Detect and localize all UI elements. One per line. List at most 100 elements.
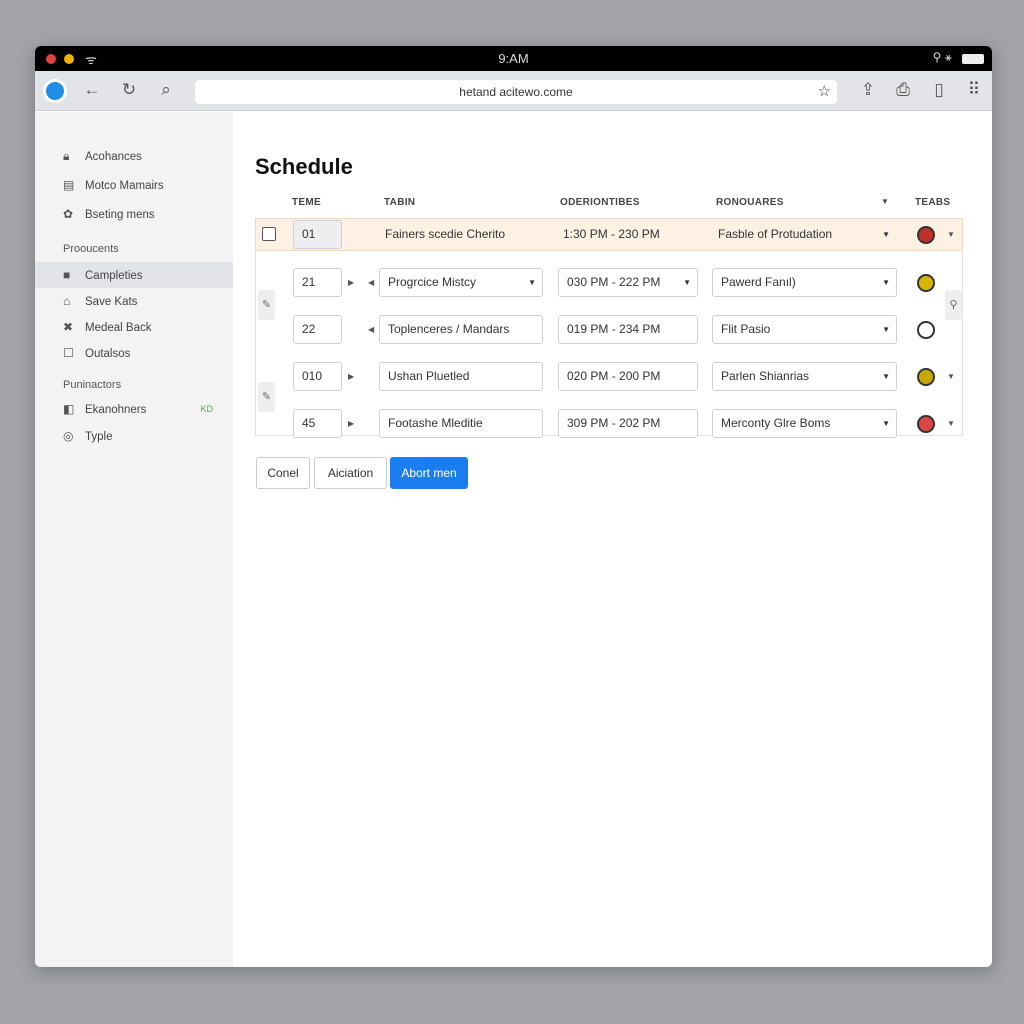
time-text: 030 PM - 222 PM [567, 275, 661, 289]
section-heading: Puninactors [63, 379, 122, 391]
task-field[interactable]: Progrcice Mistcy ▼ [379, 268, 543, 297]
caret-icon: ▼ [882, 372, 890, 381]
task-field[interactable]: Toplenceres / Mandars [379, 315, 543, 344]
team-badge-icon [917, 368, 935, 386]
sidebar-item-acohances[interactable]: 🔒︎ Acohances [63, 146, 142, 166]
panel-icon: ◧ [63, 402, 75, 416]
upload-icon[interactable]: ⎙ [892, 80, 914, 100]
time-field[interactable]: 309 PM - 202 PM [558, 409, 698, 438]
drag-handle-right[interactable]: ⚲ [945, 290, 962, 320]
team-text: Parlen Shianrias [721, 369, 810, 383]
share-icon[interactable]: ⇪ [857, 80, 879, 100]
arrow-left-icon[interactable]: ◀ [368, 268, 374, 297]
url-text: hetand acitewo.come [459, 85, 573, 99]
team-text: Pawerd Fanıl) [721, 275, 796, 289]
time-text: 019 PM - 234 PM [567, 322, 661, 336]
sort-caret-icon[interactable]: ▼ [881, 197, 889, 206]
sidebar-item-medeal-back[interactable]: ✖ Medeal Back [63, 317, 151, 337]
id-field[interactable]: 45 [293, 409, 342, 438]
id-field[interactable]: 010 [293, 362, 342, 391]
row-checkbox[interactable] [262, 227, 276, 241]
bag-icon: ■ [63, 268, 71, 282]
pin-icon[interactable]: ⌕ [155, 80, 177, 100]
caret-icon: ▼ [882, 230, 890, 239]
column-header: TEABS [915, 197, 951, 208]
sidebar-item-label: Medeal Back [85, 322, 152, 334]
section-heading: Proouсents [63, 243, 119, 255]
column-header[interactable]: RONOUARES [716, 197, 784, 208]
browser-window: ᯤ 9:AM ⚲ ⚹ ← ↻ ⌕ hetand acitewo.come ☆ ⇪ … [35, 46, 992, 967]
caret-icon[interactable]: ▼ [947, 362, 955, 391]
sidebar-item-label: Ekanohners [85, 404, 147, 416]
task-field[interactable]: Footashe Mleditie [379, 409, 543, 438]
sidebar-item-label: Save Kats [85, 296, 138, 308]
sidebar-item-save-kats[interactable]: ⌂ Save Kats [63, 291, 137, 311]
basket-icon: ⌂ [63, 294, 71, 308]
sidebar-item-ekanohners[interactable]: ◧ Ekanohners KD [63, 399, 213, 419]
task-text: Toplenceres / Mandars [388, 322, 510, 336]
id-field[interactable]: 22 [293, 315, 342, 344]
circle-icon: ◎ [63, 429, 74, 443]
signal-icon: ⚲ ⚹ [932, 50, 952, 64]
time-field[interactable]: 019 PM - 234 PM [558, 315, 698, 344]
sidebar-item-campleties[interactable]: ■ Campleties [63, 265, 143, 285]
sidebar-item-label: Motco Mamairs [85, 180, 164, 192]
arrow-left-icon[interactable]: ◀ [368, 315, 374, 344]
time-field[interactable]: 020 PM - 200 PM [558, 362, 698, 391]
sidebar-item-label: Acohances [85, 151, 142, 163]
grip-icon[interactable]: ⠿ [963, 80, 985, 100]
tablet-icon[interactable]: ▯ [928, 80, 950, 100]
team-select[interactable]: Fasble of Protudation ▼ [718, 220, 896, 249]
column-header: TABIN [384, 197, 416, 208]
time-text: 1:30 PM - 230 PM [563, 227, 660, 241]
page-title: Schedule [255, 154, 353, 179]
star-icon[interactable]: ☆ [818, 80, 831, 104]
arrow-right-icon[interactable]: ▶ [348, 362, 354, 391]
globe-icon[interactable] [43, 79, 67, 103]
column-header: TEME [292, 197, 321, 208]
sidebar: 🔒︎ Acohances ▤ Motco Mamairs ✿ Bseting mens… [35, 112, 233, 967]
team-select[interactable]: Pawerd Fanıl) ▼ [712, 268, 897, 297]
time-field[interactable]: 030 PM - 222 PM ▼ [558, 268, 698, 297]
square-icon: ☐ [63, 346, 74, 360]
sidebar-item-label: Campleties [85, 270, 143, 282]
team-text: Merconty Glre Boms [721, 416, 831, 430]
id-field[interactable]: 01 [293, 220, 342, 249]
drag-handle-left[interactable]: ✎ [258, 382, 275, 412]
arrow-right-icon[interactable]: ▶ [348, 268, 354, 297]
team-badge-icon [917, 274, 935, 292]
id-field[interactable]: 21 [293, 268, 342, 297]
team-select[interactable]: Flit Pasio ▼ [712, 315, 897, 344]
caret-icon: ▼ [882, 419, 890, 428]
sidebar-item-outalsos[interactable]: ☐ Outalsos [63, 343, 130, 363]
sidebar-item-label: Outalsos [85, 348, 131, 360]
caret-icon: ▼ [882, 278, 890, 287]
cancel-button[interactable]: Conel [256, 457, 310, 489]
team-select[interactable]: Merconty Glre Boms ▼ [712, 409, 897, 438]
team-select[interactable]: Parlen Shianrias ▼ [712, 362, 897, 391]
task-field[interactable]: Ushan Pluetled [379, 362, 543, 391]
caret-icon[interactable]: ▼ [947, 220, 955, 249]
caret-icon[interactable]: ▼ [947, 409, 955, 438]
caret-icon: ▼ [528, 278, 536, 287]
browser-toolbar: ← ↻ ⌕ hetand acitewo.come ☆ ⇪ ⎙ ▯ ⠿ [35, 71, 992, 111]
back-icon[interactable]: ← [81, 80, 103, 100]
caret-icon: ▼ [882, 325, 890, 334]
team-badge-icon [917, 321, 935, 339]
caret-icon: ▼ [683, 278, 691, 287]
sidebar-item-label: Typle [85, 431, 113, 443]
url-bar[interactable]: hetand acitewo.come ☆ [195, 80, 837, 104]
arrow-right-icon[interactable]: ▶ [348, 409, 354, 438]
sidebar-item-motco[interactable]: ▤ Motco Mamairs [63, 175, 164, 195]
lock-icon: 🔒︎ [63, 149, 70, 163]
battery-icon [962, 54, 984, 64]
primary-button[interactable]: Abort men [390, 457, 468, 489]
reload-icon[interactable]: ↻ [118, 80, 140, 100]
action-button[interactable]: Aiciation [314, 457, 387, 489]
sidebar-item-typle[interactable]: ◎ Typle [63, 426, 113, 446]
task-text: Progrcice Mistcy [388, 275, 477, 289]
task-text: Fainers scedie Cherito [385, 227, 506, 241]
drag-handle-left[interactable]: ✎ [258, 290, 275, 320]
team-badge-icon [917, 415, 935, 433]
sidebar-item-bseting[interactable]: ✿ Bseting mens [63, 204, 155, 224]
